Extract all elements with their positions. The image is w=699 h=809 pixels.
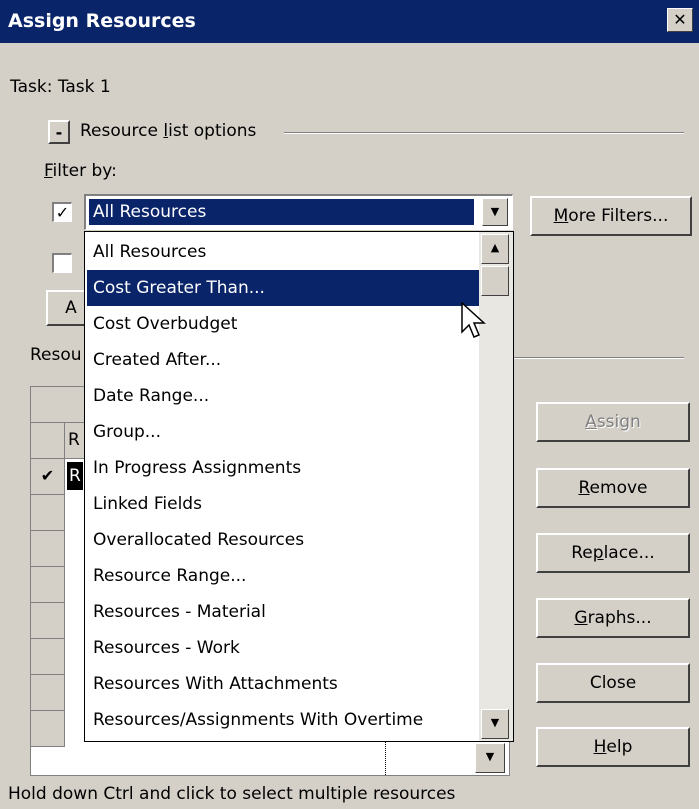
dropdown-item[interactable]: Date Range... [87, 378, 479, 414]
dropdown-item[interactable]: Created After... [87, 342, 479, 378]
help-button[interactable]: Help [536, 727, 690, 767]
row-header [31, 639, 65, 675]
more-filters-label: More Filters... [553, 206, 669, 226]
filter-combo-value: All Resources [89, 199, 474, 225]
replace-label: Replace... [571, 543, 655, 563]
combo-dropdown-button[interactable]: ▼ [482, 198, 508, 226]
replace-button[interactable]: Replace... [536, 533, 690, 573]
filter-checkbox[interactable]: ✓ [52, 202, 72, 222]
remove-button[interactable]: Remove [536, 468, 690, 508]
row-header [31, 675, 65, 711]
status-text: Hold down Ctrl and click to select multi… [8, 784, 456, 804]
more-filters-button[interactable]: More Filters... [530, 196, 692, 236]
dropdown-item[interactable]: Resources - Work [87, 630, 479, 666]
scroll-down-button[interactable]: ▼ [481, 709, 509, 739]
add-resources-fragment: A [65, 298, 77, 318]
close-button[interactable]: Close [536, 663, 690, 703]
graphs-button[interactable]: Graphs... [536, 598, 690, 638]
dropdown-item[interactable]: Resources With Attachments [87, 666, 479, 702]
chevron-down-icon: ▼ [490, 716, 500, 729]
assign-resources-dialog: Assign Resources ✕ Task: Task 1 - Resour… [0, 0, 699, 809]
task-label: Task: Task 1 [10, 77, 111, 97]
title-bar[interactable]: Assign Resources ✕ [0, 0, 699, 43]
scroll-up-button[interactable]: ▲ [481, 234, 509, 264]
row-header-check: ✔ [31, 459, 65, 495]
dropdown-item[interactable]: Resources/Assignments With Overtime [87, 702, 479, 738]
column-header-label: R [68, 430, 80, 450]
help-label: Help [593, 737, 633, 757]
resources-label: Resou [30, 345, 82, 365]
dropdown-item[interactable]: All Resources [87, 234, 479, 270]
dropdown-item-highlighted[interactable]: Cost Greater Than... [87, 270, 479, 306]
resources-divider [514, 357, 684, 359]
dropdown-item[interactable]: Linked Fields [87, 486, 479, 522]
dropdown-item[interactable]: Resources - Material [87, 594, 479, 630]
filter-dropdown-list[interactable]: All Resources Cost Greater Than... Cost … [84, 231, 514, 742]
dropdown-item[interactable]: Resource Range... [87, 558, 479, 594]
chevron-up-icon: ▲ [490, 241, 500, 254]
dialog-title: Assign Resources [8, 10, 196, 32]
dropdown-item[interactable]: Cost Overbudget [87, 306, 479, 342]
dropdown-item[interactable]: Group... [87, 414, 479, 450]
scroll-thumb[interactable] [481, 266, 509, 296]
dropdown-item[interactable]: Overallocated Resources [87, 522, 479, 558]
filter-combo[interactable]: All Resources ▼ [84, 194, 513, 230]
available-to-work-checkbox[interactable] [52, 253, 72, 273]
remove-label: Remove [578, 478, 648, 498]
group-divider [284, 132, 684, 134]
check-icon: ✔ [40, 466, 55, 485]
grid-scroll-down-button[interactable]: ▼ [475, 743, 505, 773]
graphs-label: Graphs... [574, 608, 652, 628]
resource-list-options-toggle[interactable]: - [48, 120, 70, 144]
chevron-down-icon: ▼ [485, 750, 495, 763]
row-header [31, 711, 65, 747]
chevron-down-icon: ▼ [490, 205, 500, 218]
row-header [31, 423, 65, 459]
row-header [31, 567, 65, 603]
close-window-button[interactable]: ✕ [667, 8, 693, 32]
resource-list-options-label: Resource list options [80, 121, 257, 141]
mouse-cursor-icon [461, 302, 486, 338]
row-header [31, 495, 65, 531]
row-header [31, 531, 65, 567]
filter-by-label: Filter by: [44, 161, 117, 181]
row-header [31, 603, 65, 639]
dropdown-item[interactable]: In Progress Assignments [87, 450, 479, 486]
assign-button[interactable]: Assign [536, 402, 690, 442]
table-row[interactable]: R [67, 462, 83, 490]
assign-label: Assign [585, 412, 641, 432]
